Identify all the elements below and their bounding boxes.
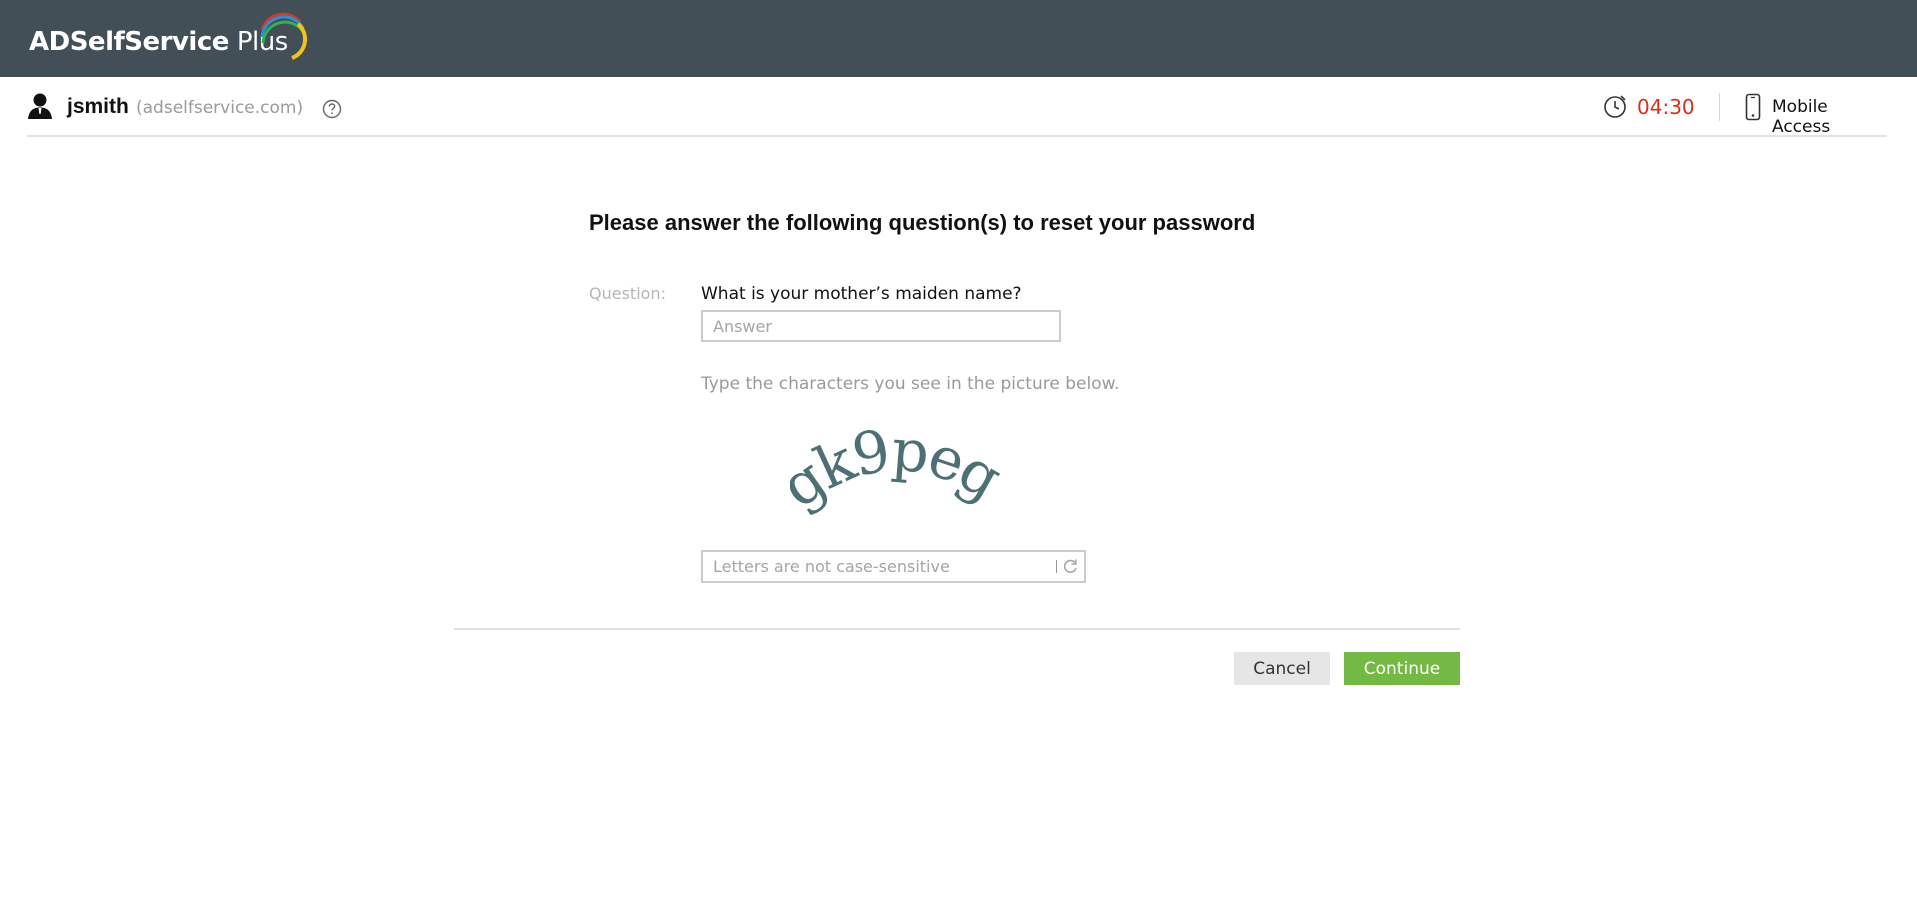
- question-label: Question:: [589, 284, 666, 303]
- session-timer: 04:30: [1637, 95, 1695, 119]
- user-bar: jsmith (adselfservice.com) 04:30 Mobile …: [27, 77, 1887, 137]
- userbar-divider: [1719, 93, 1720, 121]
- continue-button[interactable]: Continue: [1344, 652, 1460, 685]
- help-icon[interactable]: [322, 99, 342, 119]
- logo-arcs-icon: [260, 12, 308, 60]
- phone-icon[interactable]: [1745, 93, 1761, 121]
- timer-icon: [1604, 95, 1626, 118]
- refresh-separator: [1056, 560, 1057, 573]
- top-header-bar: ADSelfService Plus: [0, 0, 1917, 77]
- user-icon: [28, 93, 52, 119]
- cancel-button[interactable]: Cancel: [1234, 652, 1330, 685]
- refresh-icon[interactable]: [1061, 557, 1080, 576]
- captcha-input[interactable]: [703, 552, 1043, 581]
- answer-input[interactable]: [701, 310, 1061, 342]
- logo-brand: ADSelfService: [29, 27, 229, 57]
- page-title: Please answer the following question(s) …: [589, 210, 1256, 235]
- svg-text:gk9peg: gk9peg: [790, 418, 1010, 521]
- captcha-hint: Type the characters you see in the pictu…: [701, 374, 1120, 394]
- captcha-text: gk9peg: [790, 418, 1010, 521]
- question-text: What is your mother’s maiden name?: [701, 284, 1022, 304]
- user-domain: (adselfservice.com): [136, 98, 304, 118]
- form-divider: [454, 628, 1460, 630]
- captcha-field: [701, 550, 1086, 583]
- username: jsmith: [67, 95, 129, 118]
- captcha-image: gk9peg: [790, 418, 1010, 521]
- mobile-access-link[interactable]: Mobile Access: [1772, 97, 1887, 137]
